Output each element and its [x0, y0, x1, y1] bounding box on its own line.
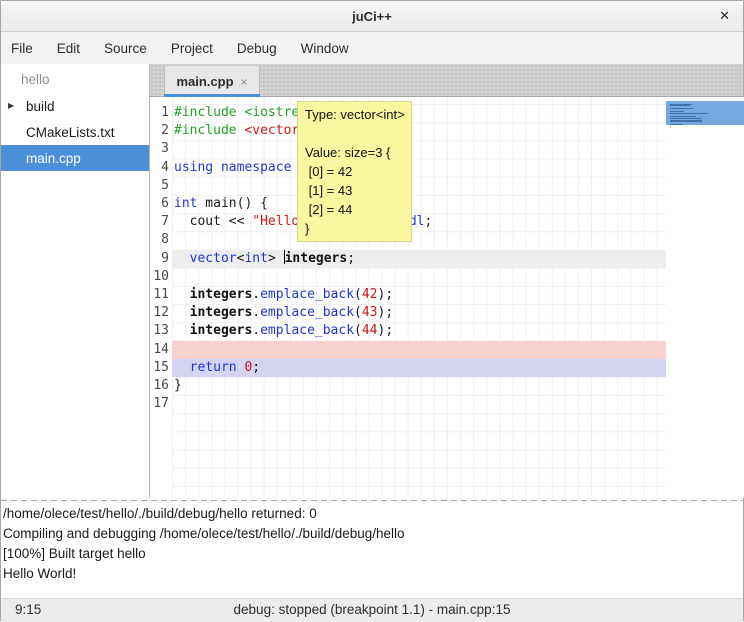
terminal-line: Compiling and debugging /home/olece/test… — [3, 524, 743, 544]
code-text-area[interactable]: #include <iostream>#include <vector>usin… — [172, 97, 666, 498]
sidebar-item-label: CMakeLists.txt — [26, 125, 115, 140]
tooltip-line: Type: vector<int> — [305, 105, 411, 124]
breakpoint-line-highlight — [172, 341, 666, 359]
tooltip-line: [1] = 43 — [305, 181, 411, 200]
pane-resize-dashes — [1, 500, 743, 501]
code-line: return 0; — [174, 359, 260, 377]
line-number: 7 — [161, 213, 169, 231]
line-number: 13 — [153, 322, 169, 340]
code-line: integers.emplace_back(43); — [174, 304, 393, 322]
line-number: 3 — [161, 140, 169, 158]
code-line: #include <vector> — [174, 122, 307, 140]
menu-item-file[interactable]: File — [1, 35, 45, 62]
tooltip-line: [2] = 44 — [305, 200, 411, 219]
line-number: 10 — [153, 268, 169, 286]
code-line: int main() { — [174, 195, 268, 213]
sidebar-item-label: main.cpp — [26, 151, 81, 166]
minimap-code-line — [670, 121, 702, 122]
sidebar-item-cmakelists.txt[interactable]: CMakeLists.txt — [1, 119, 149, 145]
window-title: juCi++ — [352, 9, 392, 24]
line-number: 4 — [161, 159, 169, 177]
minimap-scrollbar[interactable] — [666, 97, 744, 498]
sidebar-item-label: build — [26, 99, 55, 114]
tab-close-icon[interactable]: × — [241, 75, 248, 89]
tooltip-line: } — [305, 219, 411, 238]
menu-item-window[interactable]: Window — [289, 35, 361, 62]
tab-main.cpp[interactable]: main.cpp × — [164, 66, 260, 97]
sidebar-item-main.cpp[interactable]: main.cpp — [1, 145, 149, 171]
line-number: 15 — [153, 359, 169, 377]
minimap-code-line — [670, 105, 690, 106]
line-number: 6 — [161, 195, 169, 213]
line-number: 1 — [161, 104, 169, 122]
tooltip-line — [305, 124, 411, 143]
line-number: 16 — [153, 377, 169, 395]
minimap-code-line — [670, 126, 671, 127]
terminal-line: Hello World! — [3, 564, 743, 584]
menu-item-debug[interactable]: Debug — [225, 35, 289, 62]
line-number-gutter[interactable]: 1234567891011121314151617 — [150, 97, 172, 498]
line-number: 8 — [161, 231, 169, 249]
tab-bar: main.cpp × — [150, 64, 743, 97]
line-number: 11 — [153, 286, 169, 304]
window-close-icon[interactable]: ✕ — [719, 1, 730, 31]
line-number: 2 — [161, 122, 169, 140]
minimap-visible-region[interactable] — [666, 101, 744, 125]
line-number: 12 — [153, 304, 169, 322]
debug-value-tooltip: Type: vector<int> Value: size=3 { [0] = 4… — [297, 101, 412, 242]
terminal-output-panel[interactable]: /home/olece/test/hello/./build/debug/hel… — [1, 503, 743, 598]
tooltip-line: Value: size=3 { — [305, 143, 411, 162]
status-bar: 9:15 debug: stopped (breakpoint 1.1) - m… — [1, 598, 743, 622]
code-line: integers.emplace_back(44); — [174, 322, 393, 340]
code-line: vector<int> integers; — [174, 250, 355, 268]
file-tree-sidebar: hello ▶ build CMakeLists.txt main.cpp — [1, 64, 150, 498]
menu-item-source[interactable]: Source — [92, 35, 159, 62]
line-number: 14 — [153, 341, 169, 359]
line-number: 5 — [161, 177, 169, 195]
tooltip-line: [0] = 42 — [305, 162, 411, 181]
minimap-code-line — [670, 113, 708, 114]
menu-item-project[interactable]: Project — [159, 35, 225, 62]
project-name-label: hello — [1, 64, 149, 93]
debug-status-label: debug: stopped (breakpoint 1.1) - main.c… — [1, 602, 743, 617]
app-window: juCi++ ✕ FileEditSourceProjectDebugWindo… — [0, 0, 744, 621]
minimap-code-line — [670, 124, 683, 125]
code-editor[interactable]: 1234567891011121314151617 #include <iost… — [150, 97, 744, 498]
line-number: 17 — [153, 395, 169, 413]
tab-label: main.cpp — [176, 74, 233, 89]
terminal-line: [100%] Built target hello — [3, 544, 743, 564]
code-line: integers.emplace_back(42); — [174, 286, 393, 304]
sidebar-item-build[interactable]: ▶ build — [1, 93, 149, 119]
menu-item-edit[interactable]: Edit — [45, 35, 92, 62]
line-number: 9 — [161, 250, 169, 268]
expander-icon[interactable]: ▶ — [8, 101, 14, 110]
terminal-line: /home/olece/test/hello/./build/debug/hel… — [3, 504, 743, 524]
code-line: } — [174, 377, 182, 395]
menu-bar: FileEditSourceProjectDebugWindow — [1, 32, 743, 64]
file-tree: ▶ build CMakeLists.txt main.cpp — [1, 93, 149, 171]
title-bar: juCi++ ✕ — [1, 1, 743, 32]
minimap-code-line — [670, 108, 693, 109]
minimap-code-line — [670, 116, 696, 117]
